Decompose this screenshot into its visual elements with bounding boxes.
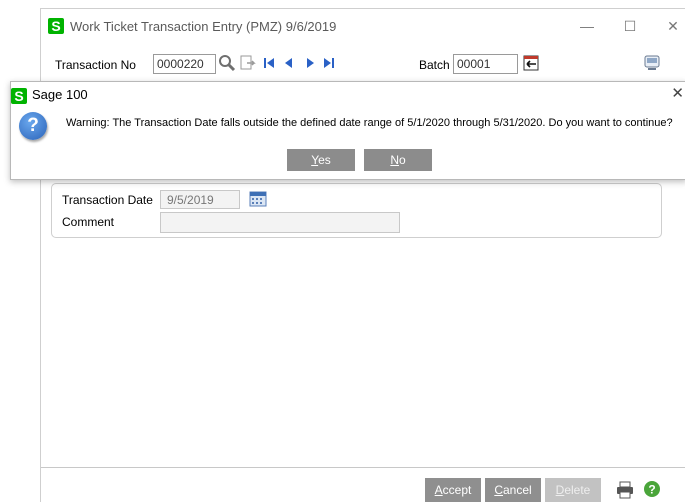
footer-divider: [41, 467, 685, 468]
panel-icon[interactable]: [642, 53, 662, 73]
previous-record-icon[interactable]: [283, 57, 295, 69]
last-record-icon[interactable]: [322, 57, 336, 69]
warning-dialog: S Sage 100 ✕ ? Warning: The Transaction …: [10, 81, 685, 180]
sage-logo-icon: S: [48, 18, 64, 34]
help-icon[interactable]: ?: [642, 479, 662, 499]
transaction-no-input[interactable]: 0000220: [153, 54, 216, 74]
dialog-message: Warning: The Transaction Date falls outs…: [66, 117, 673, 129]
svg-text:?: ?: [648, 483, 655, 497]
no-hotkey: N: [390, 153, 399, 167]
first-record-icon[interactable]: [263, 57, 277, 69]
delete-button[interactable]: Delete: [545, 478, 601, 502]
next-record-icon[interactable]: [304, 57, 316, 69]
accept-label: ccept: [442, 483, 472, 497]
dialog-close-button[interactable]: ✕: [671, 84, 684, 102]
comment-label: Comment: [62, 215, 115, 229]
batch-label: Batch: [419, 58, 450, 72]
yes-button[interactable]: Yes: [287, 149, 355, 171]
accept-button[interactable]: Accept: [425, 478, 481, 502]
batch-input[interactable]: 00001: [453, 54, 518, 74]
question-icon: ?: [19, 112, 47, 140]
no-button[interactable]: No: [364, 149, 432, 171]
transaction-date-input[interactable]: 9/5/2019: [160, 190, 240, 209]
printer-icon[interactable]: [615, 480, 635, 500]
transaction-date-label: Transaction Date: [62, 193, 153, 207]
delete-hotkey: D: [555, 483, 565, 497]
dialog-title: Sage 100: [32, 87, 88, 102]
close-button[interactable]: ✕: [662, 17, 684, 35]
cancel-label: ancel: [502, 483, 532, 497]
sage-logo-icon: S: [11, 88, 27, 104]
minimize-button[interactable]: —: [576, 17, 598, 35]
maximize-button[interactable]: ☐: [619, 17, 641, 35]
transaction-panel: Transaction Date 9/5/2019 Comment: [51, 183, 662, 238]
copy-icon[interactable]: [239, 54, 257, 72]
batch-icon[interactable]: [522, 54, 542, 72]
search-icon[interactable]: [218, 54, 236, 72]
title-bar: S Work Ticket Transaction Entry (PMZ) 9/…: [41, 9, 685, 43]
calendar-icon[interactable]: [249, 190, 267, 207]
cancel-button[interactable]: Cancel: [485, 478, 541, 502]
cancel-hotkey: C: [494, 483, 503, 497]
window-title: Work Ticket Transaction Entry (PMZ) 9/6/…: [70, 19, 337, 34]
no-label: o: [398, 153, 406, 167]
comment-input[interactable]: [160, 212, 400, 233]
transaction-no-label: Transaction No: [55, 58, 136, 72]
yes-label: es: [318, 153, 331, 167]
accept-hotkey: A: [434, 483, 443, 497]
delete-label: elete: [564, 483, 591, 497]
